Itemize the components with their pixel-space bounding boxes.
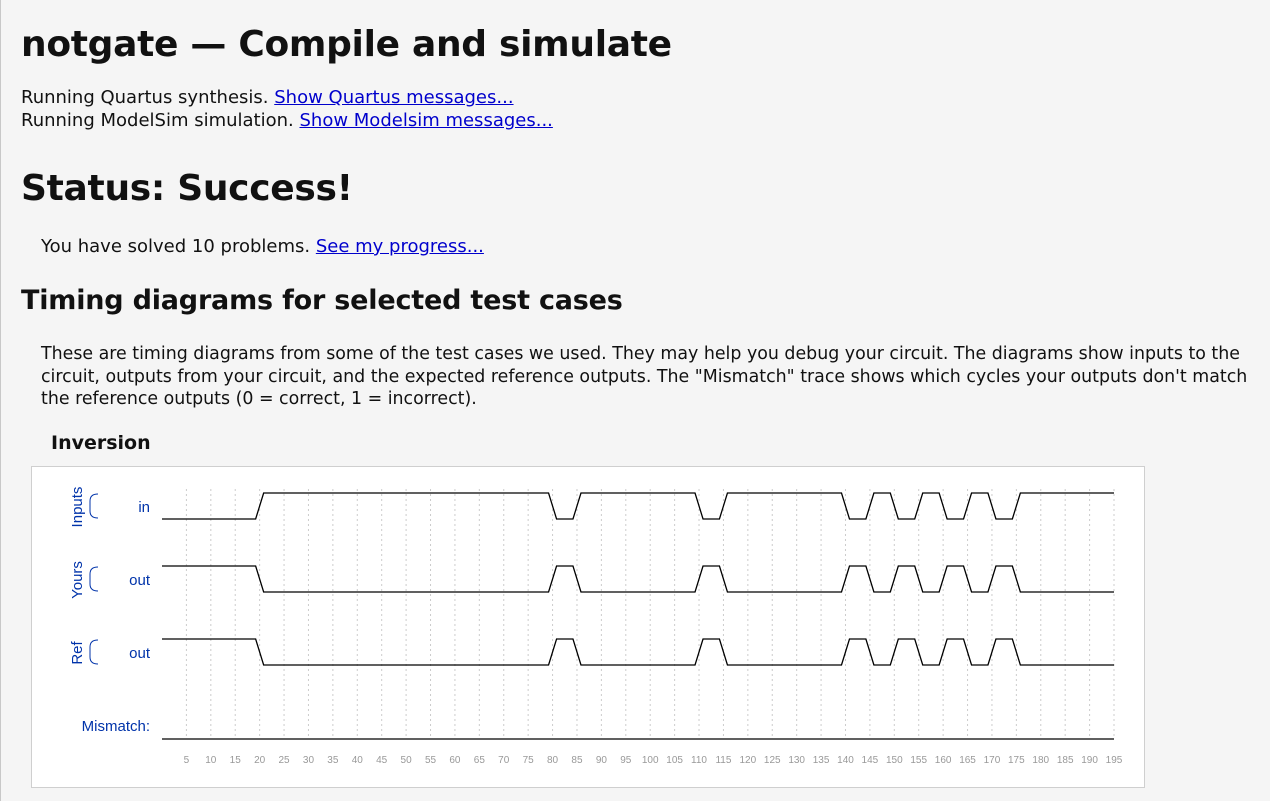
show-quartus-messages-link[interactable]: Show Quartus messages... <box>274 87 513 108</box>
time-tick-label: 85 <box>571 755 583 766</box>
time-tick-label: 5 <box>184 755 190 766</box>
modelsim-line: Running ModelSim simulation. Show Models… <box>21 109 553 132</box>
timing-description: These are timing diagrams from some of t… <box>41 344 1248 409</box>
time-tick-label: 30 <box>303 755 315 766</box>
time-tick-label: 60 <box>449 755 461 766</box>
time-tick-label: 120 <box>740 755 757 766</box>
group-bracket <box>89 493 99 519</box>
mismatch-label: Mismatch: <box>82 718 150 735</box>
time-tick-label: 145 <box>862 755 879 766</box>
solved-line: You have solved 10 problems. See my prog… <box>41 236 484 257</box>
signal-name-out: out <box>129 572 151 589</box>
group-bracket <box>89 566 99 592</box>
waveform-inputs-in <box>162 492 1114 520</box>
time-tick-label: 95 <box>620 755 632 766</box>
time-tick-label: 70 <box>498 755 510 766</box>
time-tick-label: 155 <box>910 755 927 766</box>
waveform-ref-out <box>162 638 1114 666</box>
time-tick-label: 40 <box>352 755 364 766</box>
time-tick-label: 90 <box>596 755 608 766</box>
time-tick-label: 185 <box>1057 755 1074 766</box>
status-heading: Status: Success! <box>21 168 353 209</box>
time-tick-label: 165 <box>959 755 976 766</box>
time-tick-label: 55 <box>425 755 437 766</box>
time-tick-label: 75 <box>523 755 535 766</box>
group-bracket <box>89 639 99 665</box>
quartus-status-text: Running Quartus synthesis. <box>21 87 275 108</box>
time-tick-label: 45 <box>376 755 388 766</box>
quartus-line: Running Quartus synthesis. Show Quartus … <box>21 86 553 109</box>
time-tick-label: 160 <box>935 755 952 766</box>
page-title: notgate — Compile and simulate <box>21 24 672 65</box>
group-label-yours: Yours <box>69 561 86 599</box>
see-my-progress-link[interactable]: See my progress... <box>316 236 484 257</box>
timing-diagrams-heading: Timing diagrams for selected test cases <box>21 285 623 316</box>
diagram-title: Inversion <box>51 432 151 454</box>
time-tick-label: 130 <box>788 755 805 766</box>
time-tick-label: 175 <box>1008 755 1025 766</box>
timing-diagram-svg: 5 10 15 20 25 30 35 40 45 50 55 60 65 70 75 80 85 90 95 100… <box>69 487 1123 766</box>
compile-messages: Running Quartus synthesis. Show Quartus … <box>21 86 553 132</box>
waveform-yours-out <box>162 565 1114 593</box>
time-tick-label: 100 <box>642 755 659 766</box>
time-tick-label: 125 <box>764 755 781 766</box>
time-tick-label: 135 <box>813 755 830 766</box>
time-tick-label: 50 <box>401 755 413 766</box>
time-tick-label: 170 <box>984 755 1001 766</box>
modelsim-status-text: Running ModelSim simulation. <box>21 110 300 131</box>
group-label-ref: Ref <box>69 640 86 664</box>
signal-name-out: out <box>129 645 151 662</box>
time-tick-label: 15 <box>230 755 242 766</box>
time-tick-label: 80 <box>547 755 559 766</box>
timing-diagram: 5 10 15 20 25 30 35 40 45 50 55 60 65 70 75 80 85 90 95 100… <box>31 466 1145 788</box>
show-modelsim-messages-link[interactable]: Show Modelsim messages... <box>299 110 552 131</box>
time-tick-label: 20 <box>254 755 266 766</box>
solved-text: You have solved 10 problems. <box>41 236 316 257</box>
time-tick-label: 190 <box>1081 755 1098 766</box>
group-label-inputs: Inputs <box>69 487 86 528</box>
time-tick-label: 140 <box>837 755 854 766</box>
time-tick-label: 110 <box>691 755 707 766</box>
time-tick-label: 65 <box>474 755 486 766</box>
time-tick-label: 10 <box>205 755 217 766</box>
time-tick-label: 105 <box>666 755 683 766</box>
time-tick-label: 25 <box>278 755 290 766</box>
signal-name-in: in <box>138 499 150 516</box>
time-tick-label: 180 <box>1032 755 1049 766</box>
time-tick-label: 35 <box>327 755 339 766</box>
time-tick-label: 115 <box>715 755 731 766</box>
time-tick-label: 195 <box>1106 755 1123 766</box>
time-tick-label: 150 <box>886 755 903 766</box>
